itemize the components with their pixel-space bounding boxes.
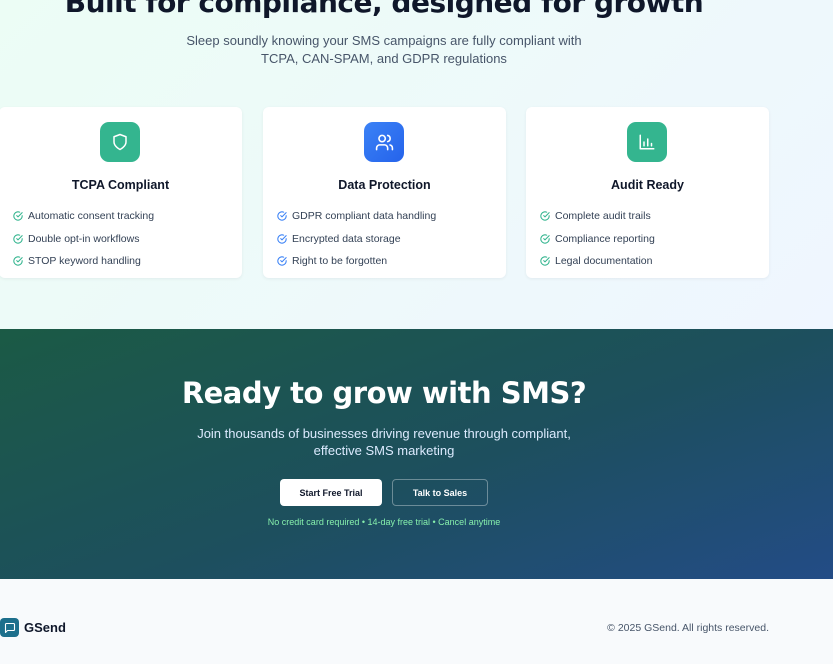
check-circle-icon <box>540 256 550 266</box>
users-icon <box>364 122 404 162</box>
feature-card-audit-ready: Audit Ready Complete audit trails Compli… <box>526 107 769 278</box>
feature-card-tcpa: TCPA Compliant Automatic consent trackin… <box>0 107 242 278</box>
feature-list: Complete audit trails Compliance reporti… <box>540 205 655 273</box>
list-item: Automatic consent tracking <box>13 205 154 228</box>
copyright-text: © 2025 GSend. All rights reserved. <box>607 622 769 634</box>
shield-icon <box>100 122 140 162</box>
cta-subheading: Join thousands of businesses driving rev… <box>197 426 571 458</box>
check-circle-icon <box>13 211 23 221</box>
list-item-label: Double opt-in workflows <box>28 232 140 245</box>
feature-list: Automatic consent tracking Double opt-in… <box>13 205 154 273</box>
check-circle-icon <box>277 211 287 221</box>
feature-list: GDPR compliant data handling Encrypted d… <box>277 205 436 273</box>
list-item: STOP keyword handling <box>13 250 154 273</box>
list-item: Right to be forgotten <box>277 250 436 273</box>
list-item-label: GDPR compliant data handling <box>292 210 437 223</box>
list-item-label: Encrypted data storage <box>292 232 401 245</box>
list-item: Double opt-in workflows <box>13 228 154 251</box>
compliance-heading: Built for compliance, designed for growt… <box>64 0 704 19</box>
start-free-trial-button[interactable]: Start Free Trial <box>280 479 382 506</box>
list-item: Encrypted data storage <box>277 228 436 251</box>
footer: GSend © 2025 GSend. All rights reserved. <box>0 579 833 664</box>
list-item-label: Complete audit trails <box>555 210 651 223</box>
card-title: Audit Ready <box>611 178 684 192</box>
compliance-subheading: Sleep soundly knowing your SMS campaigns… <box>186 33 582 66</box>
list-item: Legal documentation <box>540 250 655 273</box>
list-item: GDPR compliant data handling <box>277 205 436 228</box>
bar-chart-icon <box>627 122 667 162</box>
brand-name: GSend <box>24 620 66 635</box>
card-title: Data Protection <box>338 178 431 192</box>
message-square-icon <box>0 618 19 637</box>
list-item: Complete audit trails <box>540 205 655 228</box>
list-item-label: STOP keyword handling <box>28 255 141 268</box>
check-circle-icon <box>13 256 23 266</box>
compliance-section: Built for compliance, designed for growt… <box>0 0 833 329</box>
list-item: Compliance reporting <box>540 228 655 251</box>
talk-to-sales-button[interactable]: Talk to Sales <box>392 479 488 506</box>
cta-section: Ready to grow with SMS? Join thousands o… <box>0 329 833 579</box>
check-circle-icon <box>540 211 550 221</box>
footer-logo[interactable]: GSend <box>0 618 66 637</box>
list-item-label: Right to be forgotten <box>292 255 388 268</box>
list-item-label: Compliance reporting <box>555 232 655 245</box>
list-item-label: Legal documentation <box>555 255 653 268</box>
check-circle-icon <box>277 256 287 266</box>
list-item-label: Automatic consent tracking <box>28 210 155 223</box>
card-title: TCPA Compliant <box>71 178 170 192</box>
check-circle-icon <box>540 234 550 244</box>
feature-card-data-protection: Data Protection GDPR compliant data hand… <box>263 107 506 278</box>
check-circle-icon <box>277 234 287 244</box>
cta-heading: Ready to grow with SMS? <box>181 376 587 410</box>
check-circle-icon <box>13 234 23 244</box>
cta-note: No credit card required • 14-day free tr… <box>267 517 501 527</box>
